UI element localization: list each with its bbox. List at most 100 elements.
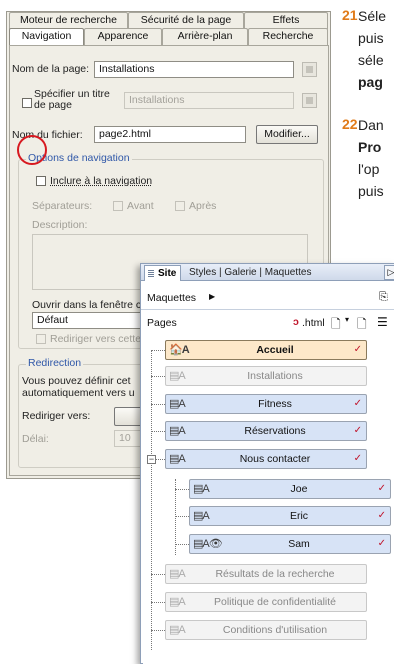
description-label: Description: [32,219,88,231]
before-label: Avant [127,200,154,212]
tree-line [151,404,165,405]
new-master-icon[interactable]: ⎘ [379,291,388,304]
separators-label: Séparateurs: [32,200,93,212]
page-name-picker-icon[interactable] [302,62,317,77]
page-title-picker-icon[interactable] [302,93,317,108]
instruction-22-line-2: Pro [358,139,382,155]
page-icon: ▤A [169,624,186,636]
page-node-label: Réservations [244,425,306,437]
page-node-installations[interactable]: ▤A Installations [165,366,367,386]
page-node-label: Accueil [256,344,294,356]
page-node-joe[interactable]: ▤A Joe ✓ [189,479,391,499]
after-checkbox[interactable] [175,201,185,211]
checkmark-icon: ✓ [353,398,362,409]
new-page-dropdown-icon[interactable]: ▾ [345,315,349,324]
page-node-label: Joe [290,483,308,495]
tab-others[interactable]: Styles | Galerie | Maquettes [189,266,311,280]
checkmark-icon: ✓ [377,483,386,494]
page-node-label: Nous contacter [239,453,311,465]
tree-line [175,489,189,490]
page-icon: ▤A [169,596,186,608]
redirect-check-label: Rediriger vers cette [50,333,142,345]
specify-title-label-cont: de page [34,99,72,111]
publish-icon[interactable]: ↄ [293,316,299,328]
tab-background[interactable]: Arrière-plan [162,28,248,45]
tree-line [175,544,189,545]
page-properties-icon[interactable]: ☰ [377,315,388,329]
tab-search-engine[interactable]: Moteur de recherche [9,12,128,29]
collapse-toggle-icon[interactable]: − [147,455,156,464]
tab-page-security[interactable]: Sécurité de la page [128,12,244,29]
page-node-sam[interactable]: ▤A👁 Sam ✓ [189,534,391,554]
open-in-window-label: Ouvrir dans la fenêtre c [32,299,142,311]
new-page-icon[interactable]: 🗋 [331,315,341,336]
step-number-21: 21 [342,7,358,23]
redirect-description-1: Vous pouvez définir cet [22,375,131,387]
after-label: Après [189,200,217,212]
checkmark-icon: ✓ [353,425,362,436]
page-node-terms[interactable]: ▤A Conditions d'utilisation [165,620,367,640]
tab-site[interactable]: Site [144,265,182,281]
tree-line [151,574,165,575]
instruction-22-line-1: Dan [358,117,384,133]
tab-search[interactable]: Recherche [248,28,328,45]
checkmark-icon: ✓ [377,538,386,549]
page-title-field[interactable]: Installations [124,92,294,109]
open-in-window-select[interactable]: Défaut [32,312,150,329]
duplicate-page-icon[interactable]: 🗋 [357,315,367,336]
page-node-home[interactable]: 🏠A Accueil ✓ [165,340,367,360]
tree-line [151,630,165,631]
tab-effects[interactable]: Effets [244,12,328,29]
redirect-to-label: Rediriger vers: [22,410,91,422]
page-node-label: Fitness [258,398,292,410]
grip-icon[interactable] [148,270,154,278]
include-navigation-checkbox[interactable] [36,176,46,186]
instruction-21-line-3: séle [358,52,384,68]
home-page-icon: 🏠A [169,344,190,356]
page-icon: ▤A [169,370,186,382]
instruction-22-line-3: l'op [358,161,380,177]
redirect-checkbox[interactable] [36,334,46,344]
tree-line [151,350,152,650]
tab-appearance[interactable]: Apparence [84,28,162,45]
page-node-search-results[interactable]: ▤A Résultats de la recherche [165,564,367,584]
page-icon: ▤A [193,510,210,522]
page-node-eric[interactable]: ▤A Eric ✓ [189,506,391,526]
page-icon: ▤A [169,398,186,410]
panel-menu-arrow-icon[interactable]: ▷ [384,265,394,280]
tab-row-top: Moteur de recherche Sécurité de la page … [9,12,328,29]
instruction-21-line-1: Séle [358,8,387,24]
page-node-label: Conditions d'utilisation [222,624,328,636]
page-node-contact[interactable]: ▤A Nous contacter ✓ [165,449,367,469]
page-node-label: Politique de confidentialité [213,596,336,608]
page-node-fitness[interactable]: ▤A Fitness ✓ [165,394,367,414]
redirection-title: Redirection [26,357,84,369]
instruction-21-line-4: pag [358,74,383,90]
page-node-label: Résultats de la recherche [215,568,335,580]
instruction-21-line-2: puis [358,30,384,46]
checkmark-icon: ✓ [353,344,362,355]
modify-button[interactable]: Modifier... [256,125,318,144]
site-panel-tabs: Site Styles | Galerie | Maquettes ▷ [141,264,394,281]
page-node-privacy[interactable]: ▤A Politique de confidentialité [165,592,367,612]
filename-field[interactable]: page2.html [94,126,246,143]
step-number-22: 22 [342,116,358,132]
include-navigation-label: Inclure à la navigation [50,175,153,187]
tab-navigation[interactable]: Navigation [9,28,84,45]
page-icon: ▤A [169,453,186,465]
page-node-reservations[interactable]: ▤A Réservations ✓ [165,421,367,441]
page-with-eye-icon: ▤A👁 [193,538,223,550]
page-node-label: Eric [289,510,309,522]
html-label[interactable]: .html [302,317,325,329]
tab-row-bottom: Navigation Apparence Arrière-plan Recher… [9,28,328,45]
page-name-field[interactable]: Installations [94,61,294,78]
masters-expand-icon[interactable]: ▶ [209,292,215,301]
before-checkbox[interactable] [113,201,123,211]
specify-title-checkbox[interactable] [22,98,32,108]
separator [141,309,394,310]
checkmark-icon: ✓ [353,453,362,464]
highlight-circle [17,135,47,165]
masters-label[interactable]: Maquettes [147,292,196,304]
page-name-label: Nom de la page: [12,63,90,75]
screenshot: Moteur de recherche Sécurité de la page … [0,0,394,664]
